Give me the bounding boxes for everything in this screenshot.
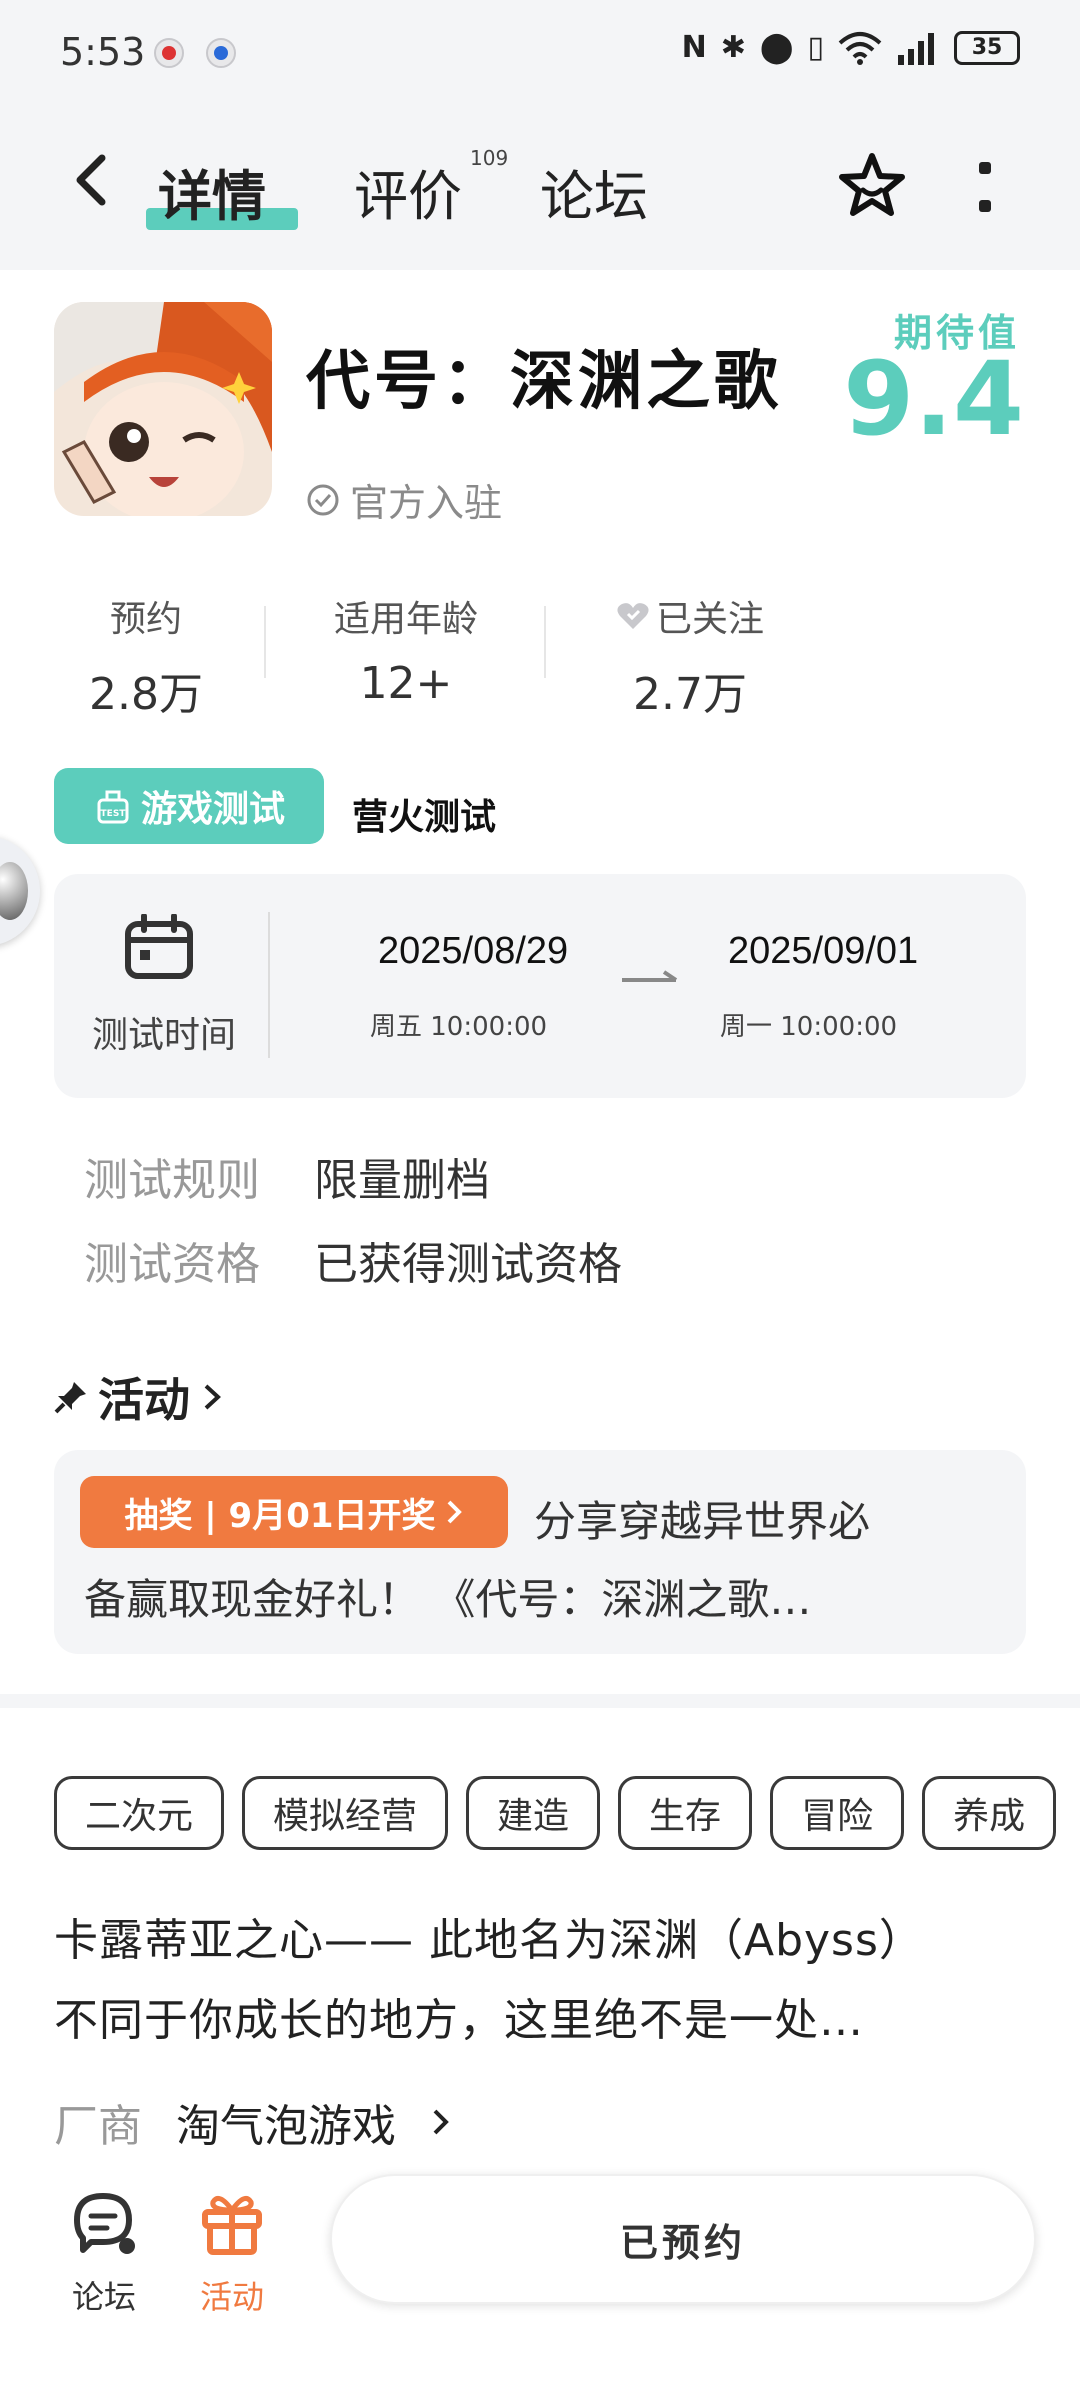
test-icon: TEST [97, 790, 129, 824]
activity-button[interactable]: 活动 [172, 2188, 292, 2318]
chat-bubble-icon [74, 2193, 135, 2254]
start-date: 2025/08/29 [378, 930, 569, 972]
tag-chip[interactable]: 建造 [466, 1776, 601, 1850]
forum-label: 论坛 [71, 2278, 136, 2316]
reserved-button[interactable]: 已预约 [330, 2174, 1036, 2304]
chevron-right-icon [433, 2109, 449, 2135]
tab-forum[interactable]: 论坛 [540, 152, 648, 231]
location-icon: ⬤ [759, 30, 794, 65]
stat-label: 已关注 [655, 599, 764, 640]
nfc-icon: N [681, 30, 707, 65]
game-test-tag: TEST 游戏测试 [54, 768, 324, 844]
vendor-key: 厂商 [54, 2101, 142, 2152]
end-weekday-time: 周一 10:00:00 [720, 1012, 898, 1042]
arrow-right-icon [622, 970, 678, 982]
stat-divider [544, 606, 546, 678]
star-icon [839, 153, 905, 216]
end-date: 2025/09/01 [728, 930, 919, 972]
test-rule-row: 测试规则 限量删档 [84, 1144, 490, 1208]
rule-value: 已获得测试资格 [314, 1239, 622, 1290]
time-card-divider [268, 912, 270, 1058]
stat-divider [264, 606, 266, 678]
chevron-left-icon [76, 154, 106, 206]
app-icon [54, 302, 272, 516]
description-line1[interactable]: 卡露蒂亚之心—— 此地名为深渊（Abyss） [54, 1904, 924, 1968]
stat-reservations: 预约 2.8万 [46, 590, 246, 722]
tab-details[interactable]: 详情 [158, 152, 266, 231]
heart-icon [617, 603, 649, 629]
tab-reviews[interactable]: 评价 [354, 152, 462, 231]
description-line2[interactable]: 不同于你成长的地方，这里绝不是一处… [54, 1984, 864, 2048]
vendor-name: 淘气泡游戏 [176, 2101, 396, 2152]
forum-button[interactable]: 论坛 [44, 2188, 164, 2318]
battery-indicator: 35 [954, 30, 1020, 65]
rule-key: 测试规则 [84, 1155, 260, 1206]
nav-bar: 详情 评价 109 论坛 [0, 110, 1080, 270]
activity-text-line1: 分享穿越异世界必 [534, 1497, 871, 1546]
calendar-icon [125, 914, 193, 979]
vibrate-icon: ▯ [807, 30, 824, 65]
pin-icon [54, 1382, 86, 1414]
chevron-right-icon [447, 1500, 462, 1524]
test-time-card: 测试时间 2025/08/29 周五 10:00:00 2025/09/01 周… [54, 874, 1026, 1098]
stat-label: 预约 [109, 599, 182, 640]
official-badge: 官方入驻 [306, 472, 502, 527]
stat-value: 2.7万 [633, 669, 747, 720]
stat-label: 适用年龄 [333, 599, 478, 640]
tag-chip[interactable]: 冒险 [770, 1776, 905, 1850]
tag-chip[interactable]: 生存 [618, 1776, 753, 1850]
status-bar: 5:53 N ✱ ⬤ ▯ 35 [0, 0, 1080, 110]
app-notification-icon-2 [206, 38, 236, 68]
app-notification-icon [154, 38, 184, 68]
start-weekday-time: 周五 10:00:00 [370, 1012, 548, 1042]
check-circle-icon [307, 484, 339, 515]
tag-chip[interactable]: 模拟经营 [242, 1776, 449, 1850]
activity-text-line2: 备赢取现金好礼！ 《代号：深渊之歌… [84, 1575, 812, 1624]
tag-chip[interactable]: 二次元 [54, 1776, 225, 1850]
activity-card[interactable]: 抽奖 | 9月01日开奖 分享穿越异世界必 备赢取现金好礼！ 《代号：深渊之歌… [54, 1450, 1026, 1654]
chevron-right-icon [204, 1384, 221, 1410]
rule-value: 限量删档 [314, 1155, 490, 1206]
status-icons: N ✱ ⬤ ▯ 35 [682, 30, 1020, 65]
activity-heading: 活动 [98, 1373, 190, 1427]
rule-key: 测试资格 [84, 1239, 260, 1290]
more-dot-icon [979, 162, 991, 174]
test-name: 营火测试 [352, 797, 497, 838]
stat-age-rating: 适用年龄 12+ [306, 590, 506, 709]
more-options-button[interactable] [970, 162, 1000, 212]
test-qualification-row: 测试资格 已获得测试资格 [84, 1228, 622, 1292]
back-button[interactable] [60, 150, 120, 210]
bubble-icon [0, 862, 28, 920]
activity-section-header[interactable]: 活动 [54, 1364, 224, 1430]
game-test-label: 游戏测试 [140, 789, 285, 830]
gift-icon [202, 2195, 262, 2255]
vendor-row[interactable]: 厂商 淘气泡游戏 [54, 2090, 452, 2154]
lottery-tag-label: 抽奖 | 9月01日开奖 [124, 1495, 436, 1536]
activity-label: 活动 [199, 2278, 264, 2316]
stat-value: 12+ [359, 658, 453, 709]
stat-value: 2.8万 [89, 669, 203, 720]
more-dot-icon [979, 200, 991, 212]
expect-value: 9.4 [843, 340, 1024, 459]
signal-icon [898, 32, 934, 65]
tag-chip-list: 二次元 模拟经营 建造 生存 冒险 养成 [54, 1776, 1080, 1850]
favorite-button[interactable] [836, 150, 908, 222]
official-label: 官方入驻 [350, 481, 503, 525]
bottom-action-bar: 论坛 活动 已预约 [0, 2160, 1080, 2387]
status-time: 5:53 [60, 30, 146, 74]
floating-assistant-bubble[interactable] [0, 836, 40, 946]
section-divider [0, 1694, 1080, 1708]
bluetooth-icon: ✱ [720, 30, 746, 65]
test-time-label: 测试时间 [91, 1015, 236, 1056]
app-title: 代号：深渊之歌 [306, 344, 782, 419]
wifi-icon [838, 31, 882, 65]
svg-text:TEST: TEST [101, 809, 127, 819]
stat-followers[interactable]: 已关注 2.7万 [560, 590, 820, 722]
lottery-tag[interactable]: 抽奖 | 9月01日开奖 [80, 1476, 508, 1548]
reviews-count-badge: 109 [470, 146, 509, 170]
tag-chip[interactable]: 养成 [922, 1776, 1057, 1850]
stat-label-row: 已关注 [560, 590, 820, 642]
